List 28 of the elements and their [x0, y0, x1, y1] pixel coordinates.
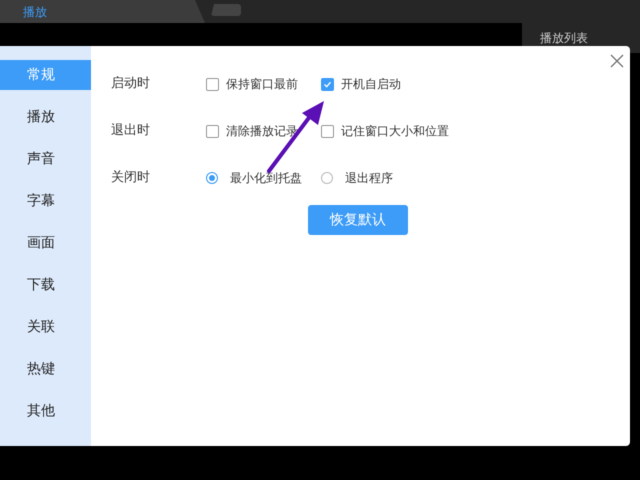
sidebar-item[interactable]: 字幕	[0, 186, 91, 216]
sidebar-item[interactable]: 画面	[0, 228, 91, 258]
sidebar-item[interactable]: 播放	[0, 102, 91, 132]
sidebar-item[interactable]: 声音	[0, 144, 91, 174]
close-icon[interactable]	[610, 54, 624, 68]
radio-button[interactable]	[206, 172, 218, 184]
sidebar-item[interactable]: 关联	[0, 312, 91, 342]
option-label[interactable]: 开机自启动	[341, 75, 401, 93]
option-label[interactable]: 清除播放记录	[226, 122, 298, 140]
option-label[interactable]: 保持窗口最前	[226, 75, 298, 93]
sidebar-item[interactable]: 其他	[0, 396, 91, 426]
setting-label: 退出时	[111, 122, 151, 140]
checkbox[interactable]	[321, 124, 334, 138]
sidebar-item[interactable]: 下载	[0, 270, 91, 300]
sidebar-item[interactable]: 热键	[0, 354, 91, 384]
setting-label: 启动时	[111, 75, 151, 94]
option-label[interactable]: 最小化到托盘	[230, 169, 302, 187]
checkbox[interactable]	[321, 78, 334, 90]
checkbox[interactable]	[206, 124, 219, 138]
option-label[interactable]: 记住窗口大小和位置	[341, 122, 449, 140]
checkbox[interactable]	[206, 78, 219, 90]
player-tab[interactable]: 播放	[0, 0, 205, 23]
playlist-title: 播放列表	[540, 32, 588, 44]
option-label[interactable]: 退出程序	[345, 169, 393, 187]
setting-label: 关闭时	[111, 169, 151, 188]
new-tab-icon[interactable]	[211, 4, 241, 16]
radio-button[interactable]	[321, 172, 333, 184]
check-icon	[323, 80, 332, 88]
